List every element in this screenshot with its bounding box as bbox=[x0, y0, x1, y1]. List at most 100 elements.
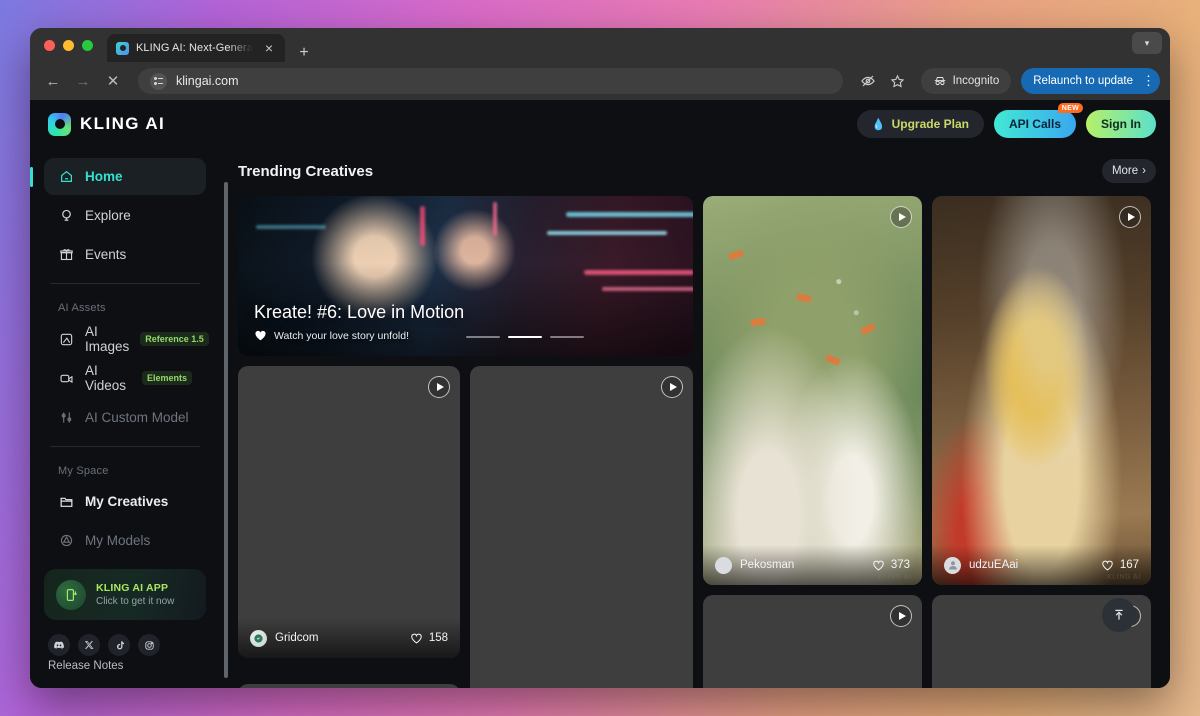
carousel-dot-3[interactable] bbox=[550, 336, 584, 338]
back-button[interactable]: ← bbox=[40, 68, 66, 94]
page-title: Trending Creatives bbox=[238, 163, 373, 180]
sign-in-label: Sign In bbox=[1101, 117, 1141, 131]
heart-outline-icon bbox=[872, 559, 885, 572]
badge-reference: Reference 1.5 bbox=[140, 332, 209, 346]
creative-card-placeholder-1[interactable] bbox=[470, 366, 693, 688]
sidebar-item-my-models[interactable]: My Models bbox=[44, 522, 206, 559]
sidebar-item-ai-videos[interactable]: AI Videos Elements bbox=[44, 360, 206, 397]
phone-download-icon bbox=[56, 580, 86, 610]
address-bar[interactable]: klingai.com bbox=[138, 68, 843, 94]
sign-in-button[interactable]: Sign In bbox=[1086, 110, 1156, 138]
card-likes[interactable]: 373 bbox=[872, 559, 910, 572]
incognito-label: Incognito bbox=[953, 75, 1000, 87]
heart-filled-icon bbox=[254, 329, 267, 342]
incognito-indicator[interactable]: Incognito bbox=[921, 68, 1012, 94]
creatives-grid: Kreate! #6: Love in Motion Watch your lo… bbox=[238, 196, 1156, 688]
brand-name: KLING AI bbox=[80, 114, 165, 134]
x-icon[interactable] bbox=[78, 634, 100, 656]
creative-card-udzueaai[interactable]: udzuEAai 167 KLING AI bbox=[932, 196, 1151, 585]
flame-icon: 💧 bbox=[872, 118, 886, 131]
forward-button[interactable]: → bbox=[70, 68, 96, 94]
promo-banner[interactable]: Kreate! #6: Love in Motion Watch your lo… bbox=[238, 196, 693, 356]
api-calls-button[interactable]: API Calls NEW bbox=[994, 110, 1076, 138]
card-likes[interactable]: 167 bbox=[1101, 559, 1139, 572]
play-icon[interactable] bbox=[890, 206, 912, 228]
incognito-hat-icon bbox=[933, 74, 947, 88]
play-icon[interactable] bbox=[428, 376, 450, 398]
sidebar-divider-2 bbox=[50, 446, 200, 447]
creative-card-pekosman[interactable]: Pekosman 373 KLING AI bbox=[703, 196, 922, 585]
sidebar-item-ai-custom-model[interactable]: AI Custom Model bbox=[44, 399, 206, 436]
sidebar-item-my-creatives[interactable]: My Creatives bbox=[44, 483, 206, 520]
play-icon[interactable] bbox=[661, 376, 683, 398]
play-icon[interactable] bbox=[890, 605, 912, 627]
banner-title: Kreate! #6: Love in Motion bbox=[254, 302, 464, 323]
scroll-to-top-button[interactable] bbox=[1102, 598, 1136, 632]
sidebar-section-my-space: My Space bbox=[44, 455, 206, 483]
sidebar-item-home[interactable]: Home bbox=[44, 158, 206, 195]
heart-outline-icon bbox=[410, 632, 423, 645]
folder-icon bbox=[58, 493, 74, 509]
kebab-menu-icon[interactable]: ⋮ bbox=[1139, 73, 1154, 89]
close-window-button[interactable] bbox=[44, 40, 55, 51]
release-notes-link[interactable]: Release Notes bbox=[48, 660, 123, 672]
card-likes[interactable]: 158 bbox=[410, 632, 448, 645]
card-meta: udzuEAai 167 bbox=[932, 545, 1151, 585]
relaunch-update-button[interactable]: Relaunch to update ⋮ bbox=[1021, 68, 1160, 94]
sidebar-item-explore[interactable]: Explore bbox=[44, 197, 206, 234]
eye-slash-icon[interactable] bbox=[855, 68, 881, 94]
more-button[interactable]: More › bbox=[1102, 159, 1156, 183]
butterfly-decoration bbox=[728, 249, 744, 263]
banner-text: Kreate! #6: Love in Motion Watch your lo… bbox=[254, 302, 464, 342]
play-icon[interactable] bbox=[1119, 206, 1141, 228]
image-icon bbox=[58, 331, 74, 347]
creative-card-placeholder-3[interactable] bbox=[703, 595, 922, 688]
page-info-icon[interactable] bbox=[150, 73, 167, 90]
api-calls-label: API Calls bbox=[1009, 117, 1061, 131]
kling-favicon bbox=[116, 42, 129, 55]
sidebar-item-label-ai-custom-model: AI Custom Model bbox=[85, 410, 189, 425]
tab-strip: KLING AI: Next-Generation AI × + ▾ bbox=[30, 28, 1170, 62]
browser-window: KLING AI: Next-Generation AI × + ▾ ← → ✕… bbox=[30, 28, 1170, 688]
upgrade-plan-button[interactable]: 💧 Upgrade Plan bbox=[857, 110, 984, 138]
carousel-dot-1[interactable] bbox=[466, 336, 500, 338]
sidebar-item-events[interactable]: Events bbox=[44, 236, 206, 273]
avatar bbox=[250, 630, 267, 647]
card-author: udzuEAai bbox=[969, 559, 1018, 571]
body-row: Home Explore bbox=[30, 148, 1170, 688]
badge-elements: Elements bbox=[142, 371, 192, 385]
carousel-dot-2[interactable] bbox=[508, 336, 542, 338]
butterfly-decoration bbox=[859, 322, 876, 337]
app-promo-card[interactable]: KLING AI APP Click to get it now bbox=[44, 569, 206, 620]
minimize-window-button[interactable] bbox=[63, 40, 74, 51]
card-like-count: 167 bbox=[1120, 559, 1139, 571]
chevron-right-icon: › bbox=[1142, 165, 1146, 177]
new-tab-button[interactable]: + bbox=[295, 44, 313, 62]
banner-carousel-dots[interactable] bbox=[466, 336, 584, 338]
app-promo-text: KLING AI APP Click to get it now bbox=[96, 582, 174, 607]
tab-title: KLING AI: Next-Generation AI bbox=[136, 42, 253, 54]
social-links bbox=[44, 620, 206, 656]
creative-card-gridcom[interactable]: Gridcom 158 bbox=[238, 366, 460, 658]
star-icon[interactable] bbox=[885, 68, 911, 94]
close-icon[interactable]: × bbox=[260, 39, 278, 57]
video-icon bbox=[58, 370, 74, 386]
card-like-count: 373 bbox=[891, 559, 910, 571]
browser-toolbar: ← → ✕ klingai.com Incognito Relaunch to … bbox=[30, 62, 1170, 100]
tiktok-icon[interactable] bbox=[108, 634, 130, 656]
sidebar-item-ai-images[interactable]: AI Images Reference 1.5 bbox=[44, 320, 206, 357]
section-header: Trending Creatives More › bbox=[238, 154, 1156, 188]
brand-logo[interactable]: KLING AI bbox=[48, 113, 228, 136]
instagram-icon[interactable] bbox=[138, 634, 160, 656]
tab-list-button[interactable]: ▾ bbox=[1132, 32, 1162, 54]
butterfly-decoration bbox=[824, 353, 841, 368]
stop-button[interactable]: ✕ bbox=[100, 68, 126, 94]
card-meta: Gridcom 158 bbox=[238, 618, 460, 658]
sliders-icon bbox=[58, 409, 74, 425]
discord-icon[interactable] bbox=[48, 634, 70, 656]
creative-card-placeholder-2[interactable] bbox=[238, 684, 460, 688]
content-scrollbar[interactable] bbox=[224, 182, 228, 678]
browser-tab[interactable]: KLING AI: Next-Generation AI × bbox=[107, 34, 285, 62]
card-author: Pekosman bbox=[740, 559, 794, 571]
maximize-window-button[interactable] bbox=[82, 40, 93, 51]
